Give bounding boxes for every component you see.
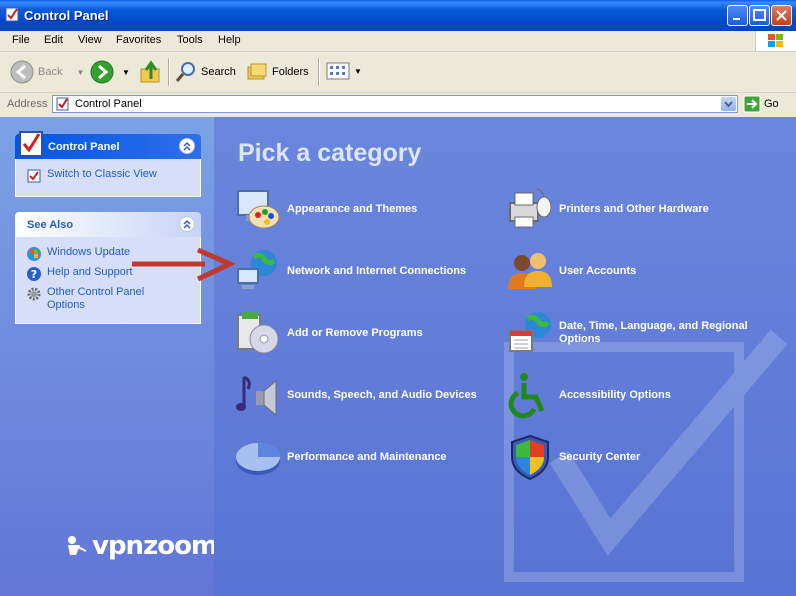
address-bar: Address Control Panel Go xyxy=(0,93,796,116)
back-arrow-icon xyxy=(10,60,34,84)
address-label: Address xyxy=(7,98,48,110)
category-security-center[interactable]: Security Center xyxy=(506,433,640,481)
category-performance[interactable]: Performance and Maintenance xyxy=(234,433,447,481)
chevron-down-icon xyxy=(724,101,733,108)
maximize-button[interactable] xyxy=(749,5,770,26)
category-pane: Pick a category Appearance and Themes Ne… xyxy=(214,117,796,596)
search-icon xyxy=(175,62,195,82)
category-add-remove-programs[interactable]: Add or Remove Programs xyxy=(234,309,423,357)
category-sounds[interactable]: Sounds, Speech, and Audio Devices xyxy=(234,371,477,419)
address-dropdown-button[interactable] xyxy=(721,97,736,111)
accessibility-icon xyxy=(508,373,545,419)
category-network[interactable]: Network and Internet Connections xyxy=(234,247,466,295)
control-panel-window: Control Panel File Edit View Favorites T… xyxy=(0,0,796,596)
folders-icon xyxy=(247,63,267,80)
go-arrow-icon xyxy=(743,95,761,113)
menu-tools[interactable]: Tools xyxy=(177,34,203,46)
users-icon xyxy=(508,253,552,289)
toolbar: Back ▼ ▼ Search Folders ▼ xyxy=(0,52,796,93)
shield-icon xyxy=(511,434,549,481)
views-icon xyxy=(326,62,350,80)
vpnzoom-logo-icon xyxy=(68,536,87,555)
close-button[interactable] xyxy=(771,5,792,26)
window-title: Control Panel xyxy=(24,8,109,23)
menu-favorites[interactable]: Favorites xyxy=(116,34,161,46)
category-appearance[interactable]: Appearance and Themes xyxy=(234,185,417,233)
category-date-time[interactable]: Date, Time, Language, and Regional Optio… xyxy=(506,309,769,357)
vpnzoom-watermark: vpnzoom xyxy=(62,531,218,561)
title-bar[interactable]: Control Panel xyxy=(0,0,796,31)
minimize-button[interactable] xyxy=(727,5,748,26)
control-panel-icon xyxy=(56,97,69,111)
back-button[interactable]: Back ▼ xyxy=(10,60,84,84)
address-field[interactable]: Control Panel xyxy=(52,95,738,113)
control-panel-icon xyxy=(5,7,19,22)
category-accessibility[interactable]: Accessibility Options xyxy=(506,371,671,419)
back-dropdown-icon[interactable]: ▼ xyxy=(76,68,84,77)
menu-view[interactable]: View xyxy=(78,34,102,46)
go-button[interactable]: Go xyxy=(743,95,779,113)
forward-button[interactable]: ▼ xyxy=(90,60,130,84)
category-user-accounts[interactable]: User Accounts xyxy=(506,247,636,295)
programs-icon xyxy=(237,311,279,354)
views-dropdown-icon[interactable]: ▼ xyxy=(354,67,362,76)
forward-arrow-icon xyxy=(90,60,114,84)
performance-icon xyxy=(236,443,280,475)
menu-edit[interactable]: Edit xyxy=(44,34,63,46)
datetime-icon xyxy=(509,312,551,352)
menu-file[interactable]: File xyxy=(12,34,30,46)
pick-category-heading: Pick a category xyxy=(238,139,422,167)
menu-help[interactable]: Help xyxy=(218,34,241,46)
forward-dropdown-icon[interactable]: ▼ xyxy=(122,68,130,77)
toolbar-separator xyxy=(168,58,170,86)
folders-button[interactable]: Folders xyxy=(246,61,309,83)
toolbar-separator xyxy=(318,58,320,86)
up-folder-button[interactable] xyxy=(139,59,163,85)
annotation-arrow xyxy=(132,247,237,282)
search-button[interactable]: Search xyxy=(175,61,236,83)
printer-icon xyxy=(509,188,552,228)
address-value: Control Panel xyxy=(75,98,142,110)
menu-bar: File Edit View Favorites Tools Help xyxy=(0,31,796,52)
content-area: Control Panel Switch to Classic View See… xyxy=(0,117,796,596)
category-printers[interactable]: Printers and Other Hardware xyxy=(506,185,709,233)
up-folder-icon xyxy=(140,60,160,83)
windows-logo-icon xyxy=(755,31,796,51)
sound-icon xyxy=(236,375,277,417)
views-button[interactable]: ▼ xyxy=(326,62,362,80)
